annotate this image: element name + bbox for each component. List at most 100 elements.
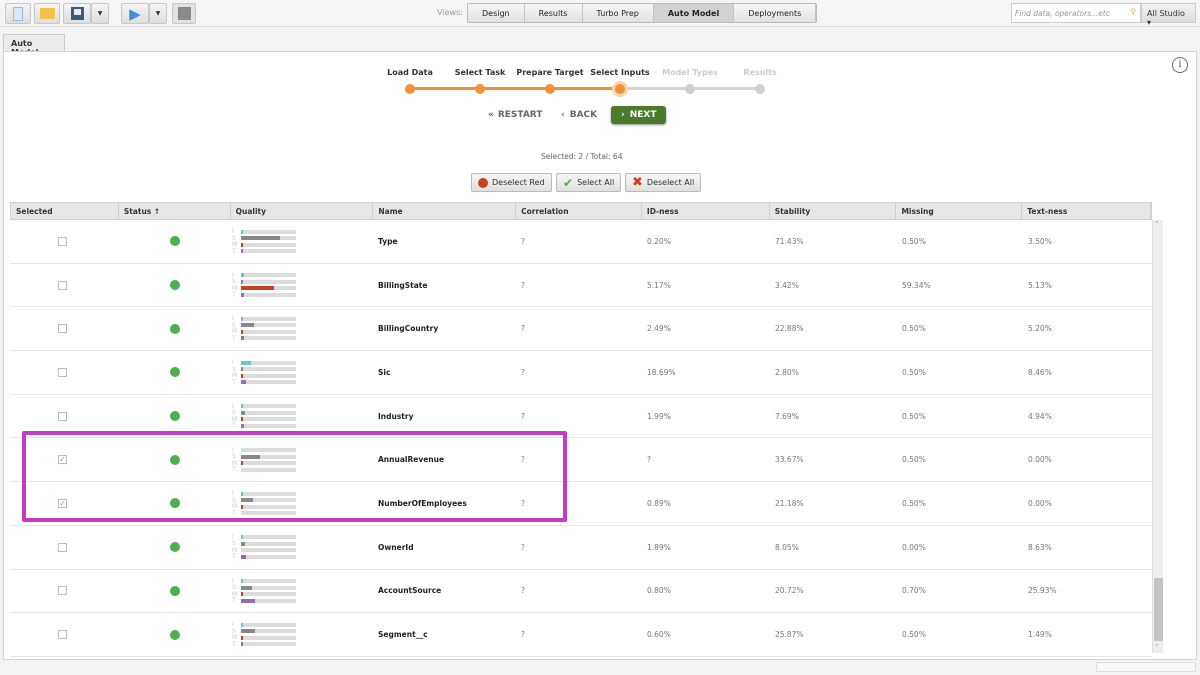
select-checkbox[interactable] [58,367,67,377]
textness-value: 5.13% [1028,280,1052,290]
missing-value: 0.50% [902,455,926,465]
chevron-up-icon[interactable]: ˄ [1155,221,1159,229]
stability-value: 7.69% [775,411,799,421]
open-button[interactable] [34,3,60,24]
run-button[interactable]: ▶ [121,3,149,24]
column-header[interactable]: Name [373,203,517,219]
quality-letter: S [232,234,236,242]
view-design[interactable]: Design [468,4,525,22]
view-auto-model[interactable]: Auto Model [653,4,735,22]
correlation-value: ? [521,236,525,246]
info-icon[interactable]: i [1172,57,1188,73]
step-dot[interactable] [755,84,765,94]
column-header[interactable]: Missing [896,203,1023,219]
quality-bar [241,360,296,365]
column-header[interactable]: Selected [11,203,119,219]
table-row[interactable]: ISMT BillingState ? 5.17% 3.42% 59.34% 5… [10,264,1152,308]
idness-value: 0.89% [647,498,671,508]
column-header[interactable]: Correlation [516,203,642,219]
view-deployments[interactable]: Deployments [734,4,817,22]
select-checkbox[interactable] [58,542,67,552]
step-dot[interactable] [615,84,625,94]
select-checkbox[interactable] [58,586,67,596]
idness-value: 5.17% [647,280,671,290]
stability-value: 71.43% [775,236,804,246]
tab-auto-model[interactable]: Auto Model [3,34,65,57]
search-icon[interactable]: ⚲ [1131,7,1137,16]
quality-indicator: ISMT [232,316,373,341]
scrollbar-thumb[interactable] [1154,578,1163,641]
save-button[interactable] [63,3,91,24]
select-checkbox[interactable] [58,630,67,640]
view-turbo-prep[interactable]: Turbo Prep [582,4,654,22]
view-results[interactable]: Results [524,4,583,22]
column-header[interactable]: Status ↑ [119,203,231,219]
stability-value: 21.18% [775,498,804,508]
restart-button[interactable]: «RESTART [488,106,542,124]
select-checkbox[interactable] [58,324,67,334]
select-all-button[interactable]: ✔ Select All [556,173,622,192]
stability-value: 22.88% [775,324,804,334]
column-header[interactable]: Stability [770,203,897,219]
step-dot[interactable] [685,84,695,94]
quality-bar [241,367,296,372]
column-header[interactable]: Quality [231,203,374,219]
missing-value: 0.50% [902,498,926,508]
restart-label: RESTART [497,110,543,120]
quality-bar [241,598,296,603]
deselect-red-button[interactable]: Deselect Red [471,173,552,192]
step-connector [480,87,550,90]
studio-scope-select[interactable]: All Studio ▾ [1141,3,1196,27]
new-process-button[interactable] [5,3,31,24]
table-row[interactable]: ISMT AccountSource ? 0.80% 20.72% 0.70% … [10,570,1152,614]
table-header: Selected Status ↑ Quality Name Correlation ID… [10,202,1152,220]
deselect-all-button[interactable]: ✖ Deselect All [625,173,702,192]
quality-letter: M [232,372,238,380]
column-header[interactable]: ID-ness [642,203,770,219]
quality-bar [241,629,296,634]
quality-letter: M [232,546,238,554]
table-row[interactable]: ISMT Type ? 0.20% 71.43% 0.50% 3.50% [10,220,1152,264]
correlation-value: ? [521,630,525,640]
next-label: NEXT [629,110,657,120]
table-row[interactable]: ISMT Segment__c ? 0.60% 25.87% 0.50% 1.4… [10,613,1152,657]
chevron-down-icon[interactable]: ˅ [1155,644,1159,652]
status-ok-icon [170,236,180,247]
quality-bar [241,635,296,640]
attribute-name: BillingCountry [378,324,439,334]
search-input[interactable]: Find data, operators...etc ⚲ [1011,3,1141,23]
stop-button[interactable] [172,3,196,24]
vertical-scrollbar[interactable]: ˄ ˅ [1152,220,1163,653]
table-row[interactable]: ISMT OwnerId ? 1.89% 8.05% 0.00% 8.63% [10,526,1152,570]
quality-indicator: ISMT [232,622,373,647]
quality-letter: M [232,284,238,292]
column-header[interactable]: Text-ness [1022,203,1152,219]
step-label: Load Data [387,68,433,77]
missing-value: 0.00% [902,542,926,552]
missing-value: 59.34% [902,280,931,290]
deselect-red-label: Deselect Red [492,178,545,187]
quality-bar [241,622,296,627]
chevron-left-icon: ‹ [561,110,565,120]
table-row[interactable]: ISMT Sic ? 18.69% 2.80% 0.50% 8.46% [10,351,1152,395]
idness-value: 18.69% [647,367,676,377]
select-checkbox[interactable] [58,236,67,246]
select-checkbox[interactable] [58,280,67,290]
back-button[interactable]: ‹ BACK [561,106,597,124]
save-dropdown[interactable]: ▼ [91,3,109,24]
table-row[interactable]: ISMT BillingCountry ? 2.49% 22.88% 0.50%… [10,307,1152,352]
quality-bar [241,535,296,540]
run-dropdown[interactable]: ▼ [149,3,167,24]
next-button[interactable]: › NEXT [611,106,667,124]
quality-bar [241,323,296,328]
missing-value: 0.50% [902,411,926,421]
stability-value: 20.72% [775,586,804,596]
double-chevron-left-icon: « [488,110,494,120]
step-dot[interactable] [405,84,415,94]
quality-bar [241,273,296,278]
checkmark-icon: ✔ [563,175,574,190]
step-dot[interactable] [545,84,555,94]
step-dot[interactable] [475,84,485,94]
quality-letter: T [232,378,236,386]
select-checkbox[interactable] [58,411,67,421]
